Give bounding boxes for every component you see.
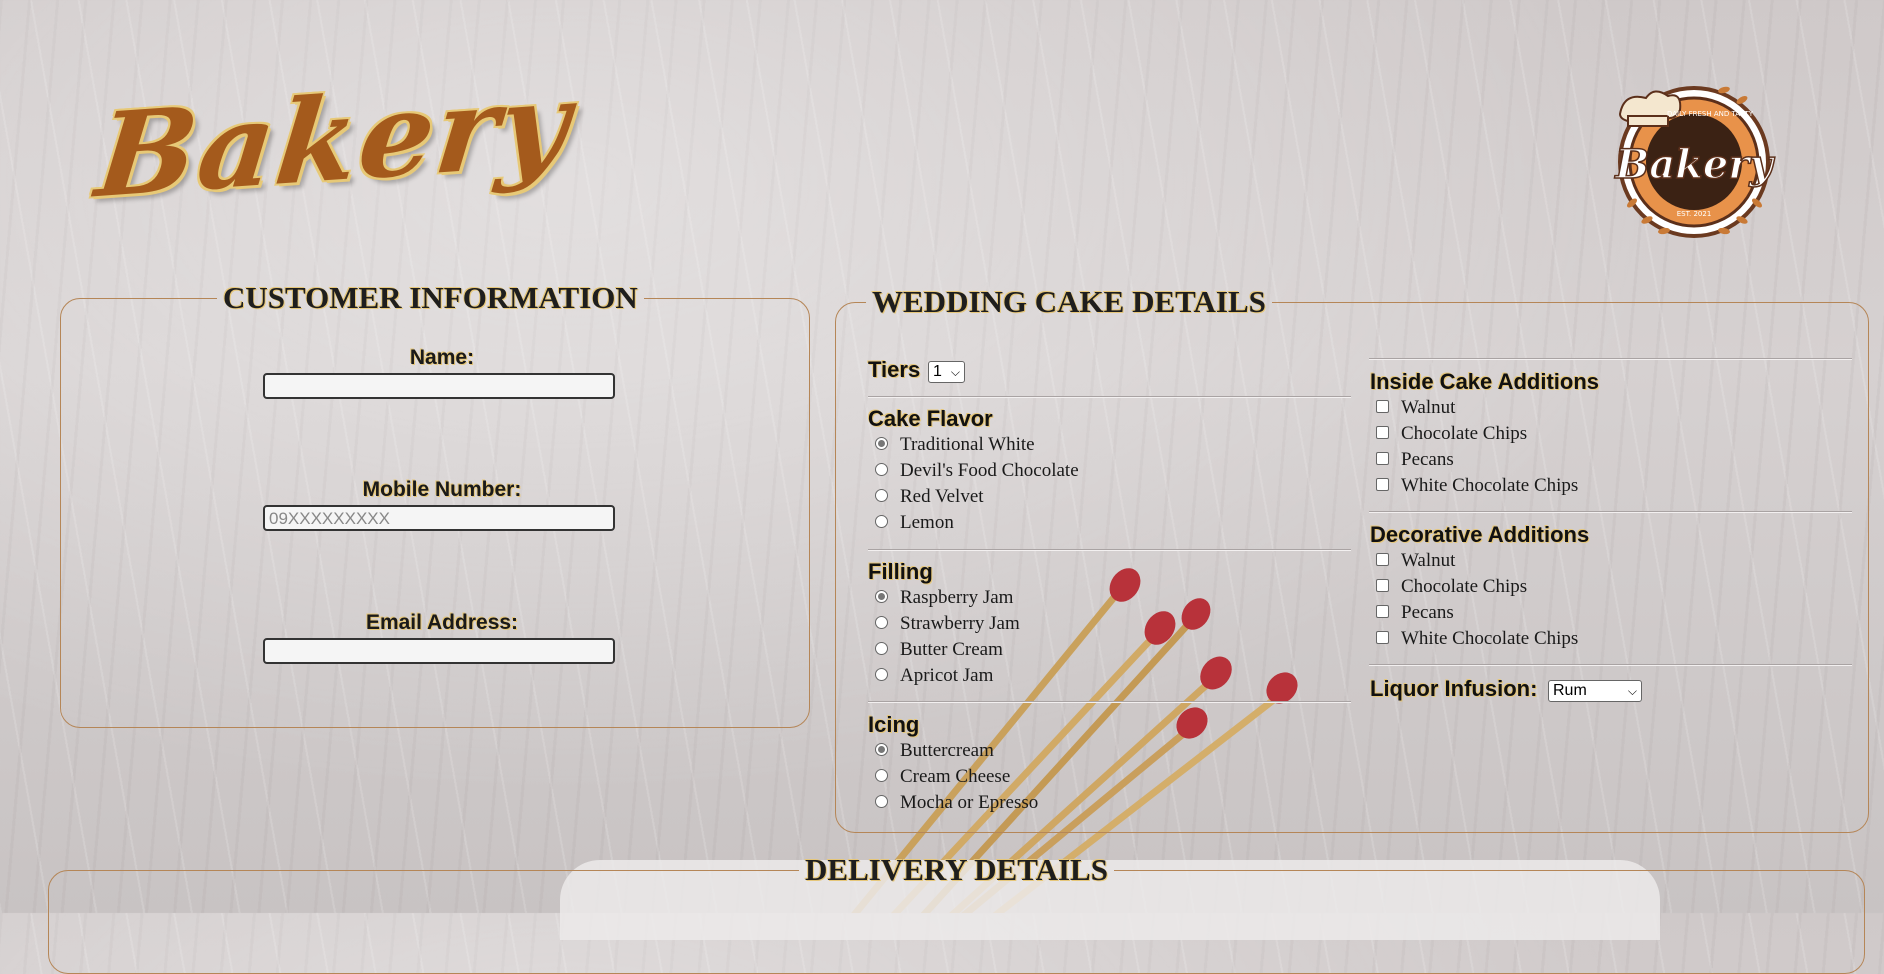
tiers-select[interactable]: 1 ⌵	[928, 361, 965, 383]
radio-button[interactable]	[875, 436, 888, 450]
checkbox[interactable]	[1376, 578, 1389, 592]
email-address-input[interactable]	[263, 638, 615, 664]
inside-option-chocolate-chips[interactable]: Chocolate Chips	[1376, 423, 1527, 445]
radio-button[interactable]	[875, 794, 888, 808]
radio-button[interactable]	[875, 514, 888, 528]
checkbox[interactable]	[1376, 399, 1389, 413]
icing-option-cream-cheese[interactable]: Cream Cheese	[875, 766, 1010, 788]
customer-information-legend: CUSTOMER INFORMATION	[223, 280, 638, 315]
liquor-infusion-select[interactable]: Rum ⌵	[1548, 680, 1642, 702]
radio-button[interactable]	[875, 589, 888, 603]
decorative-option-pecans[interactable]: Pecans	[1376, 602, 1454, 624]
decorative-option-chocolate-chips[interactable]: Chocolate Chips	[1376, 576, 1527, 598]
divider	[868, 701, 1351, 703]
chevron-down-icon: ⌵	[1627, 683, 1637, 698]
radio-button[interactable]	[875, 615, 888, 629]
brand-title: Bakery	[90, 55, 578, 225]
radio-button[interactable]	[875, 488, 888, 502]
name-label: Name:	[409, 346, 475, 369]
radio-button[interactable]	[875, 667, 888, 681]
chevron-down-icon: ⌵	[950, 364, 960, 379]
inside-option-white-chocolate-chips[interactable]: White Chocolate Chips	[1376, 475, 1578, 497]
radio-button[interactable]	[875, 742, 888, 756]
radio-button[interactable]	[875, 462, 888, 476]
decorative-additions-label: Decorative Additions	[1370, 522, 1590, 547]
delivery-details-panel: DELIVERY DETAILS	[48, 852, 1865, 974]
tiers-label: Tiers	[868, 357, 921, 382]
filling-option-butter-cream[interactable]: Butter Cream	[875, 639, 1003, 661]
checkbox[interactable]	[1376, 425, 1389, 439]
liquor-select-value: Rum	[1553, 682, 1587, 699]
email-address-label: Email Address:	[365, 611, 519, 634]
svg-text:EST. 2021: EST. 2021	[1677, 210, 1712, 218]
checkbox[interactable]	[1376, 451, 1389, 465]
delivery-details-legend: DELIVERY DETAILS	[805, 852, 1108, 887]
filling-option-apricot-jam[interactable]: Apricot Jam	[875, 665, 993, 687]
mobile-number-input[interactable]: 09XXXXXXXXX	[263, 505, 615, 531]
filling-option-strawberry-jam[interactable]: Strawberry Jam	[875, 613, 1020, 635]
divider	[1369, 511, 1852, 513]
divider	[868, 549, 1351, 551]
cake-flavor-label: Cake Flavor	[868, 406, 993, 431]
inside-cake-additions-label: Inside Cake Additions	[1370, 369, 1600, 394]
radio-button[interactable]	[875, 641, 888, 655]
icing-option-buttercream[interactable]: Buttercream	[875, 740, 994, 762]
icing-label: Icing	[868, 712, 920, 737]
filling-option-raspberry-jam[interactable]: Raspberry Jam	[875, 587, 1013, 609]
inside-option-pecans[interactable]: Pecans	[1376, 449, 1454, 471]
icing-option-mocha-or-espresso[interactable]: Mocha or Epresso	[875, 792, 1038, 814]
wedding-cake-details-legend: WEDDING CAKE DETAILS	[872, 284, 1266, 319]
checkbox[interactable]	[1376, 477, 1389, 491]
inside-option-walnut[interactable]: Walnut	[1376, 397, 1455, 419]
divider	[1369, 664, 1852, 666]
filling-label: Filling	[868, 559, 933, 584]
flavor-option-devils-food[interactable]: Devil's Food Chocolate	[875, 460, 1079, 482]
flavor-option-lemon[interactable]: Lemon	[875, 512, 954, 534]
svg-text:Bakery: Bakery	[1614, 141, 1775, 188]
svg-text:DAILY FRESH AND TASTY: DAILY FRESH AND TASTY	[1667, 110, 1754, 118]
flavor-option-traditional-white[interactable]: Traditional White	[875, 434, 1035, 456]
radio-button[interactable]	[875, 768, 888, 782]
mobile-number-label: Mobile Number:	[362, 478, 522, 501]
checkbox[interactable]	[1376, 552, 1389, 566]
liquor-infusion-label: Liquor Infusion:	[1370, 676, 1538, 701]
checkbox[interactable]	[1376, 630, 1389, 644]
name-input[interactable]	[263, 373, 615, 399]
decorative-option-white-chocolate-chips[interactable]: White Chocolate Chips	[1376, 628, 1578, 650]
divider	[868, 396, 1351, 398]
decorative-option-walnut[interactable]: Walnut	[1376, 550, 1455, 572]
divider	[1369, 358, 1852, 360]
tiers-select-value: 1	[933, 363, 942, 380]
flavor-option-red-velvet[interactable]: Red Velvet	[875, 486, 984, 508]
checkbox[interactable]	[1376, 604, 1389, 618]
bakery-logo: Bakery DAILY FRESH AND TASTY EST. 2021	[1614, 86, 1776, 238]
